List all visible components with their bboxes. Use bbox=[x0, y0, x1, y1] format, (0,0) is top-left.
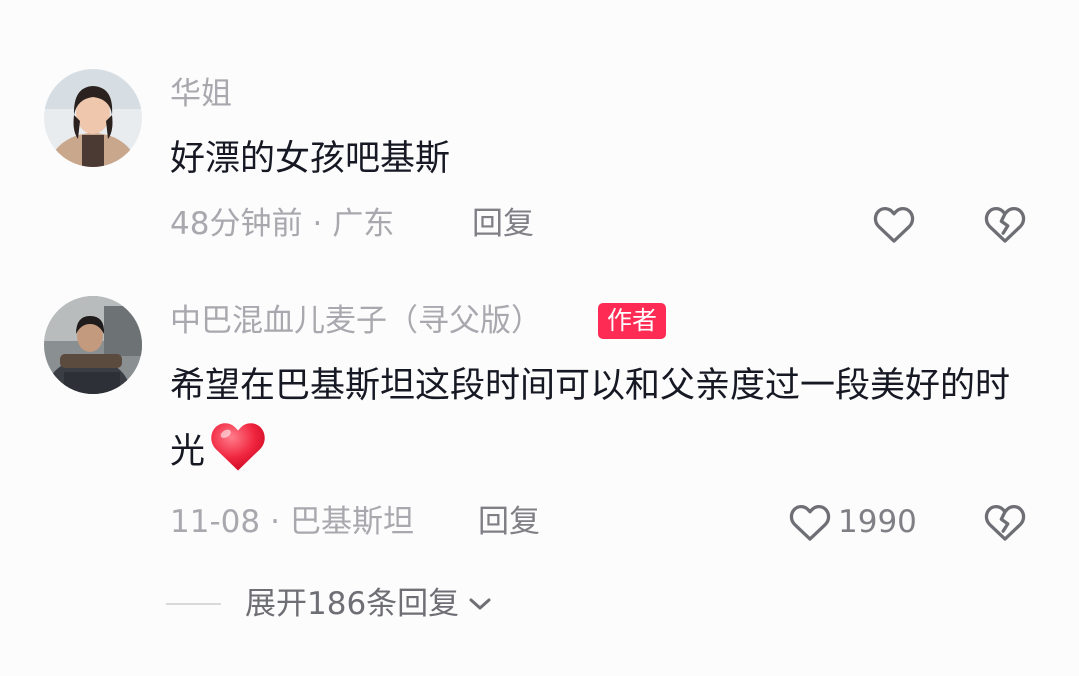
like-count: 1990 bbox=[838, 504, 917, 540]
divider-line bbox=[166, 603, 221, 605]
reply-button[interactable]: 回复 bbox=[478, 502, 540, 542]
expand-replies-label: 展开186条回复 bbox=[245, 586, 460, 622]
avatar[interactable] bbox=[44, 69, 142, 167]
chevron-down-icon bbox=[469, 598, 491, 610]
like-button[interactable]: 1990 bbox=[788, 501, 917, 543]
meta-separator: · bbox=[270, 504, 280, 540]
expand-replies-button[interactable]: 展开186条回复 bbox=[166, 584, 493, 624]
comment-time: 11-08 bbox=[170, 504, 261, 540]
comment-location: 巴基斯坦 bbox=[289, 504, 414, 540]
broken-heart-icon bbox=[984, 206, 1026, 243]
comment-time: 48分钟前 bbox=[170, 206, 303, 242]
comment-location: 广东 bbox=[332, 206, 395, 242]
heart-outline-icon bbox=[873, 206, 915, 243]
heart-outline-icon bbox=[789, 504, 831, 541]
avatar[interactable] bbox=[44, 296, 142, 394]
comment-text-content: 希望在巴基斯坦这段时间可以和父亲度过一段美好的时光 bbox=[170, 366, 1011, 472]
comment-meta: 11-08 · 巴基斯坦 bbox=[170, 502, 414, 542]
comment-text: 希望在巴基斯坦这段时间可以和父亲度过一段美好的时光 bbox=[170, 355, 1040, 493]
comment-text: 好漂的女孩吧基斯 bbox=[170, 139, 451, 179]
red-heart-emoji bbox=[207, 417, 269, 493]
meta-separator: · bbox=[312, 206, 323, 242]
reply-button[interactable]: 回复 bbox=[472, 204, 534, 244]
broken-heart-icon bbox=[984, 504, 1026, 541]
like-button[interactable] bbox=[872, 203, 922, 245]
author-badge: 作者 bbox=[598, 303, 667, 339]
comment-username[interactable]: 华姐 bbox=[170, 74, 232, 114]
comment-username[interactable]: 中巴混血儿麦子（寻父版） bbox=[170, 301, 542, 341]
comment-meta: 48分钟前 · 广东 bbox=[170, 204, 394, 244]
dislike-button[interactable] bbox=[983, 203, 1027, 249]
dislike-button[interactable] bbox=[983, 501, 1027, 547]
